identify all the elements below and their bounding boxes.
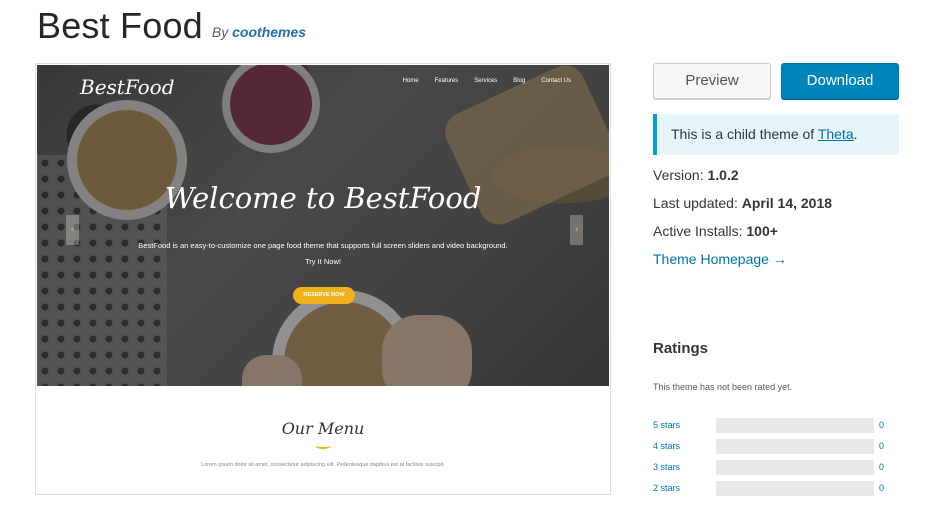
last-updated-value: April 14, 2018 [741,195,833,211]
rating-row-5[interactable]: 5 stars 0 [653,418,893,433]
preview-welcome-heading: Welcome to BestFood [164,181,482,215]
preview-nav-contact: Contact Us [541,78,571,84]
not-rated-text: This theme has not been rated yet. [653,382,793,392]
preview-logo: BestFood [80,75,175,99]
theme-homepage-link[interactable]: Theme Homepage → [653,251,787,267]
author-byline: By coothemes [212,24,306,40]
by-prefix: By [211,24,229,40]
version-label: Version: [653,167,704,183]
version-value: 1.0.2 [707,167,739,183]
preview-nav-home: Home [402,78,419,84]
preview-nav: Home Features Services Blog Contact Us [403,78,571,84]
active-installs-value: 100+ [746,223,778,239]
theme-screenshot: BestFood Home Features Services Blog Con… [35,63,611,495]
author-link[interactable]: coothemes [232,24,306,40]
preview-button[interactable]: Preview [653,63,771,99]
notice-prefix: This is a child theme of [671,126,818,142]
rating-row-2[interactable]: 2 stars 0 [653,481,893,496]
preview-nav-blog: Blog [513,78,526,84]
rating-count: 0 [879,420,885,430]
preview-menu-title: Our Menu [281,419,365,438]
last-updated-label: Last updated: [653,195,738,211]
child-theme-notice: This is a child theme of Theta. [653,114,899,155]
active-installs-row: Active Installs: 100+ [653,223,778,239]
rating-row-3[interactable]: 3 stars 0 [653,460,893,475]
preview-try-it: Try It Now! [305,257,341,266]
rating-bar [716,439,874,454]
rating-row-4[interactable]: 4 stars 0 [653,439,893,454]
hero-banner: BestFood Home Features Services Blog Con… [37,65,609,386]
rating-count: 0 [879,483,885,493]
rating-count: 0 [879,462,885,472]
preview-tagline: BestFood is an easy-to-customize one pag… [138,241,508,250]
preview-reserve-button: RESERVE NOW [293,287,355,304]
rating-bar [716,460,874,475]
notice-suffix: . [853,126,858,142]
parent-theme-link[interactable]: Theta [818,126,854,142]
rating-bar [716,481,874,496]
download-button[interactable]: Download [781,63,899,99]
preview-nav-features: Features [434,78,459,84]
active-installs-label: Active Installs: [653,223,743,239]
ratings-heading: Ratings [653,340,709,357]
rating-label[interactable]: 3 stars [653,462,680,472]
rating-label[interactable]: 2 stars [653,483,680,493]
preview-nav-services: Services [474,78,498,84]
version-row: Version: 1.0.2 [653,167,739,183]
preview-menu-desc: Lorem ipsum dolor sit amet, consectetur … [201,462,445,468]
rating-bar [716,418,874,433]
rating-label[interactable]: 4 stars [653,441,680,451]
rating-label[interactable]: 5 stars [653,420,680,430]
theme-title: Best Food [37,5,203,46]
theme-header: Best Food By coothemes [37,0,306,46]
swirl-divider-icon [315,442,331,449]
last-updated-row: Last updated: April 14, 2018 [653,195,832,211]
preview-menu-section: Our Menu Lorem ipsum dolor sit amet, con… [37,386,609,493]
hero-overlay [37,65,609,386]
rating-count: 0 [879,441,885,451]
